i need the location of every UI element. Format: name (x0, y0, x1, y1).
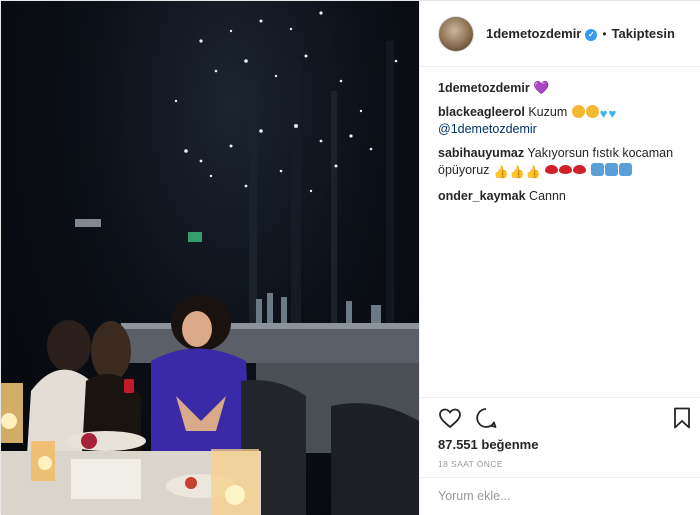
window-bar (331, 91, 337, 331)
window-bar (249, 81, 257, 331)
purple-heart-icon: 💜 (533, 80, 550, 95)
wall-light (75, 219, 101, 227)
smile-emoji-icon (571, 105, 585, 118)
candle (1, 383, 23, 443)
avatar[interactable] (438, 15, 474, 52)
heart-icon[interactable] (438, 406, 462, 430)
comment-username[interactable]: onder_kaymak (438, 189, 526, 203)
lips-icon (559, 165, 573, 174)
comment-username[interactable]: blackeagleerol (438, 105, 525, 119)
thumbs-up-icon: 👍 (509, 165, 525, 179)
action-bar (420, 397, 700, 435)
smile-emoji-icon (585, 105, 599, 118)
phone (124, 379, 134, 393)
bar-counter-top (121, 323, 419, 329)
instagram-post: 1demetozdemir ✓ • Takiptesin 1demetozdemi… (0, 0, 700, 515)
guest-head (47, 320, 91, 372)
post-sidebar: 1demetozdemir ✓ • Takiptesin 1demetozdemi… (419, 1, 700, 515)
chair (331, 403, 419, 515)
candle-flame (1, 413, 17, 429)
header-username[interactable]: 1demetozdemir ✓ (486, 26, 598, 41)
plate (66, 431, 146, 451)
post-timestamp[interactable]: 18 SAAT ÖNCE (438, 459, 503, 469)
bookmark-icon[interactable] (670, 406, 694, 430)
comment-text: Cannn (529, 189, 566, 203)
woman-face (182, 311, 212, 347)
verified-badge-icon: ✓ (585, 29, 598, 41)
exit-sign (188, 232, 202, 242)
napkin-card (71, 459, 141, 499)
guest-head (91, 321, 131, 381)
add-comment-input[interactable] (438, 489, 678, 503)
window-bar (386, 41, 394, 341)
thumbs-up-icon: 👍 (493, 165, 509, 179)
comment-username[interactable]: sabihauyumaz (438, 146, 524, 160)
flowers (81, 433, 97, 449)
header-username-text[interactable]: 1demetozdemir (486, 26, 581, 41)
alarm-clock-icon (590, 163, 604, 176)
caption: 1demetozdemir 💜 (438, 79, 688, 97)
food (185, 477, 197, 489)
chandelier-lights (174, 11, 398, 193)
lips-icon (573, 165, 587, 174)
alarm-clock-icon (604, 163, 618, 176)
alarm-clock-icon (618, 163, 632, 176)
comment-text: Kuzum (528, 105, 568, 119)
lips-icon (545, 165, 559, 174)
candle-flame (225, 485, 245, 505)
follow-status-button[interactable]: Takiptesin (612, 26, 675, 41)
post-photo[interactable] (1, 1, 419, 515)
like-count[interactable]: 87.551 beğenme (438, 437, 538, 452)
candle (211, 449, 259, 515)
caption-username[interactable]: 1demetozdemir (438, 81, 530, 95)
comment-icon[interactable] (474, 406, 498, 430)
bottles (256, 293, 381, 323)
comment: onder_kaymak Cannn (438, 188, 688, 205)
photo-scene (1, 11, 419, 515)
window-bar (291, 61, 301, 331)
comment: blackeagleerol Kuzum ♥♥ @1demetozdemir (438, 104, 688, 138)
add-comment-section (420, 477, 700, 515)
blue-heart-icon: ♥ (608, 106, 617, 121)
post-header: 1demetozdemir ✓ • Takiptesin (420, 1, 700, 67)
blue-heart-icon: ♥ (599, 106, 608, 121)
comment: sabihauyumaz Yakıyorsun fıstık kocaman ö… (438, 145, 688, 181)
comment-mention[interactable]: @1demetozdemir (438, 122, 537, 136)
candle-flame (38, 456, 52, 470)
thumbs-up-icon: 👍 (525, 165, 541, 179)
header-separator: • (602, 26, 607, 41)
comments-list: 1demetozdemir 💜 blackeagleerol Kuzum ♥♥ … (438, 79, 688, 212)
